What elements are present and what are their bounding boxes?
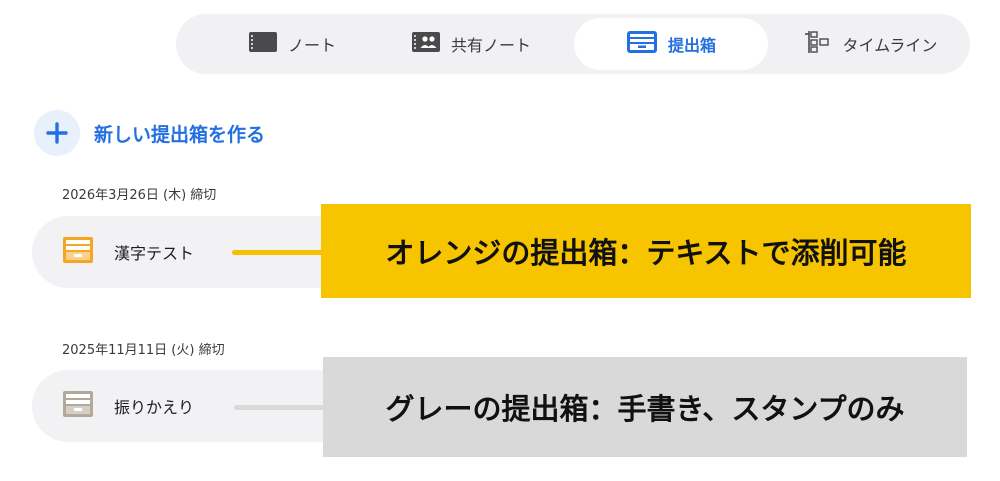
tab-bar: ノート 共有ノート 提出箱 タイムライン [176, 14, 970, 74]
annotation-leader-line [234, 405, 326, 410]
annotation-callout-gray: グレーの提出箱：手書き、スタンプのみ [323, 357, 967, 457]
shared-notebook-icon [411, 31, 441, 57]
tab-timeline[interactable]: タイムライン [772, 18, 968, 70]
submission-box-name: 振りかえり [114, 398, 195, 417]
tab-shared-notes[interactable]: 共有ノート [386, 18, 556, 70]
tab-timeline-label: タイムライン [842, 36, 938, 55]
tab-notes-label: ノート [287, 36, 336, 55]
tab-shared-notes-label: 共有ノート [450, 36, 531, 55]
plus-icon [34, 110, 80, 156]
notebook-icon [248, 31, 278, 57]
inbox-tray-icon [626, 30, 658, 58]
deadline-date: 2026年3月26日 (木) 締切 [62, 188, 217, 203]
gray-box-icon [62, 390, 94, 422]
annotation-leader-line [232, 250, 324, 255]
deadline-date: 2025年11月11日 (火) 締切 [62, 343, 225, 358]
timeline-icon [803, 30, 833, 58]
tab-submission-box-label: 提出箱 [667, 36, 716, 55]
create-submission-box-button[interactable]: 新しい提出箱を作る [34, 110, 265, 156]
annotation-callout-orange: オレンジの提出箱：テキストで添削可能 [321, 204, 971, 298]
create-submission-box-label: 新しい提出箱を作る [94, 123, 266, 146]
orange-box-icon [62, 236, 94, 268]
submission-box-name: 漢字テスト [114, 244, 195, 263]
tab-submission-box[interactable]: 提出箱 [574, 18, 768, 70]
tab-notes[interactable]: ノート [212, 18, 372, 70]
